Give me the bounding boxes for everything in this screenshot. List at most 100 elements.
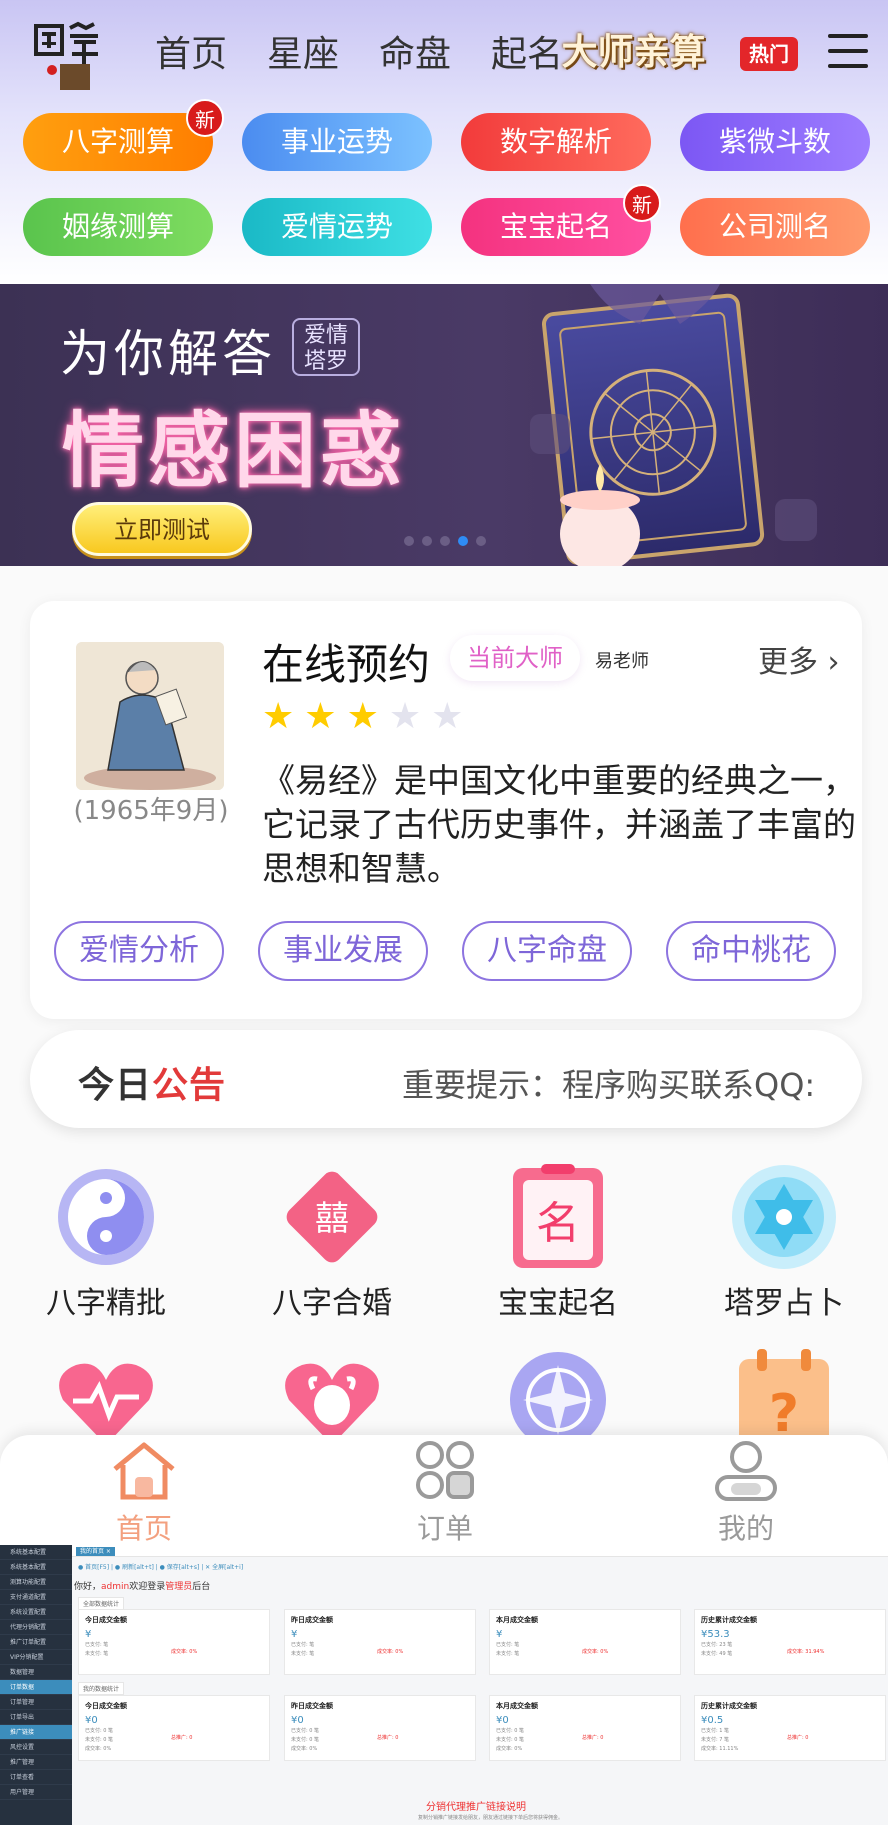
topic-tag[interactable]: 八字命盘 — [462, 921, 632, 981]
nav-home[interactable]: 首页 — [155, 30, 227, 80]
admin-sidebar-item[interactable]: 推广管理 — [0, 1755, 72, 1770]
service-baby-naming[interactable]: 名 宝宝起名 — [468, 1162, 648, 1322]
carousel-dot-active[interactable] — [458, 536, 468, 546]
master-description: 《易经》是中国文化中重要的经典之一，它记录了古代历史事件，并涵盖了丰富的思想和智… — [262, 761, 856, 888]
category-pill[interactable]: 数字解析 — [461, 113, 651, 171]
name-card-icon: 名 — [503, 1162, 613, 1272]
admin-stat-value: ¥0 — [291, 1715, 304, 1726]
announcement-bar[interactable]: 今日公告 重要提示：程序购买联系QQ: — [30, 1030, 862, 1128]
admin-sidebar-item[interactable]: 数据管理 — [0, 1665, 72, 1680]
category-pill[interactable]: 公司测名 — [680, 198, 870, 256]
admin-sidebar-item[interactable]: VIP分销配置 — [0, 1650, 72, 1665]
welcome-user: admin — [101, 1582, 130, 1592]
category-pill[interactable]: 爱情运势 — [242, 198, 432, 256]
admin-tab[interactable]: 我的首页 × — [76, 1547, 115, 1556]
bottom-tabbar: 首页 订单 我的 — [0, 1435, 888, 1545]
double-happiness-icon: 囍 — [277, 1162, 387, 1272]
admin-sidebar-item[interactable]: 风控设置 — [0, 1740, 72, 1755]
star-icon: ★ — [304, 696, 337, 737]
admin-stat-rate: 总推广: 0 — [582, 1735, 604, 1741]
admin-sidebar-item[interactable]: 系统基本配置 — [0, 1545, 72, 1560]
admin-stat-value: ¥ — [85, 1629, 92, 1640]
admin-stat-title: 历史累计成交金额 — [701, 1702, 757, 1710]
admin-sidebar-item[interactable]: 订单查看 — [0, 1770, 72, 1785]
service-label: 八字合婚 — [272, 1286, 392, 1321]
admin-topbar: 我的首页 × — [72, 1545, 888, 1557]
tab-profile[interactable]: 我的 — [676, 1439, 816, 1547]
admin-sidebar-item[interactable]: 推广链接 — [0, 1725, 72, 1740]
carousel-dots — [404, 536, 486, 546]
admin-sidebar-item[interactable]: 订单管理 — [0, 1695, 72, 1710]
category-pill[interactable]: 紫微斗数 — [680, 113, 870, 171]
admin-sidebar-item[interactable]: 系统基本配置 — [0, 1560, 72, 1575]
category-label: 宝宝起名 — [499, 210, 612, 243]
hot-badge[interactable]: 热门 — [740, 37, 798, 71]
nav-naming[interactable]: 起名 — [491, 30, 563, 80]
admin-stat-value: ¥0 — [496, 1715, 509, 1726]
service-tarot[interactable]: 塔罗占卜 — [694, 1162, 874, 1322]
admin-sidebar-item[interactable]: 系统设置配置 — [0, 1605, 72, 1620]
star-icon: ★ — [388, 696, 422, 737]
welcome-mid: 欢迎登录 — [129, 1582, 166, 1592]
category-label: 姻缘测算 — [61, 210, 174, 243]
category-pill[interactable]: 八字测算 — [23, 113, 213, 171]
carousel-dot[interactable] — [422, 536, 432, 546]
logo[interactable] — [30, 18, 108, 96]
admin-sidebar-item[interactable]: 用户管理 — [0, 1785, 72, 1800]
category-label: 爱情运势 — [280, 210, 393, 243]
admin-sidebar-item[interactable]: 推广订单配置 — [0, 1635, 72, 1650]
admin-sidebar-item[interactable]: 测算功能配置 — [0, 1575, 72, 1590]
teacher-name: 易老师 — [595, 651, 649, 672]
user-icon — [715, 1441, 777, 1501]
admin-stat-l3: 成交率: 0% — [85, 1746, 112, 1752]
admin-stat-title: 本月成交金额 — [496, 1616, 538, 1624]
home-icon — [113, 1442, 175, 1500]
service-bazi-marriage[interactable]: 囍 八字合婚 — [242, 1162, 422, 1322]
admin-stat-value: ¥ — [496, 1629, 503, 1640]
admin-stat-title: 本月成交金额 — [496, 1702, 538, 1710]
carousel-dot[interactable] — [404, 536, 414, 546]
hexagram-icon — [729, 1162, 839, 1272]
svg-text:名: 名 — [536, 1198, 580, 1249]
admin-stat-value: ¥0.5 — [701, 1715, 724, 1726]
banner-line2: 情感困惑 — [62, 404, 407, 499]
admin-sidebar-item[interactable]: 代理分销配置 — [0, 1620, 72, 1635]
rating-stars: ★ ★ ★ ★ ★ — [262, 697, 463, 737]
admin-sidebar-item[interactable]: 订单导出 — [0, 1710, 72, 1725]
admin-stat-rate: 成交率: 0% — [377, 1649, 404, 1655]
topic-tag[interactable]: 爱情分析 — [54, 921, 224, 981]
admin-preview: 系统基本配置 系统基本配置 测算功能配置 支付通道配置 系统设置配置 代理分销配置 推广订单… — [0, 1545, 888, 1825]
test-now-button[interactable]: 立即测试 — [72, 502, 252, 556]
admin-stat-title: 今日成交金额 — [85, 1702, 127, 1710]
carousel-dot[interactable] — [476, 536, 486, 546]
admin-sidebar-item[interactable]: 订单数据 — [0, 1680, 72, 1695]
more-link[interactable]: 更多 › — [758, 637, 840, 681]
promo-banner[interactable]: 为你解答 爱情 塔罗 情感困惑 立即测试 — [0, 284, 888, 566]
admin-sidebar-item[interactable]: 支付通道配置 — [0, 1590, 72, 1605]
admin-stat-rate: 成交率: 0% — [171, 1649, 198, 1655]
topic-tag[interactable]: 事业发展 — [258, 921, 428, 981]
menu-icon[interactable] — [828, 34, 868, 72]
category-label: 公司测名 — [718, 210, 831, 243]
master-calc-button[interactable]: 大师亲算 — [556, 26, 711, 80]
tab-orders[interactable]: 订单 — [375, 1439, 515, 1547]
service-bazi-detail[interactable]: 八字精批 — [16, 1162, 196, 1322]
topic-tag[interactable]: 命中桃花 — [666, 921, 836, 981]
more-label: 更多 — [758, 645, 818, 680]
tab-home[interactable]: 首页 — [74, 1439, 214, 1547]
admin-quick-links[interactable]: ● 首页[F5] | ● 刷新[alt+t] | ● 保存[alt+s] | ✕… — [78, 1562, 243, 1571]
category-label: 八字测算 — [61, 125, 174, 158]
category-pill[interactable]: 姻缘测算 — [23, 198, 213, 256]
admin-footer-text: 复制分销推广链接发给朋友，朋友通过链接下单后您将获得佣金。 — [418, 1815, 564, 1821]
category-pill[interactable]: 事业运势 — [242, 113, 432, 171]
banner-tag: 爱情 塔罗 — [292, 318, 360, 376]
admin-stat-card: 昨日成交金额 ¥ 已支付: 笔未支付: 笔成交率: 0% — [284, 1609, 476, 1675]
admin-stat-title: 历史累计成交金额 — [701, 1616, 757, 1624]
admin-stat-l3: 成交率: 11.11% — [701, 1746, 739, 1752]
admin-stat-rate: 总推广: 0 — [377, 1735, 399, 1741]
announcement-title: 今日公告 — [78, 1056, 226, 1108]
carousel-dot[interactable] — [440, 536, 450, 546]
category-label: 数字解析 — [499, 125, 612, 158]
nav-chart[interactable]: 命盘 — [379, 30, 451, 80]
nav-constellation[interactable]: 星座 — [267, 30, 339, 80]
